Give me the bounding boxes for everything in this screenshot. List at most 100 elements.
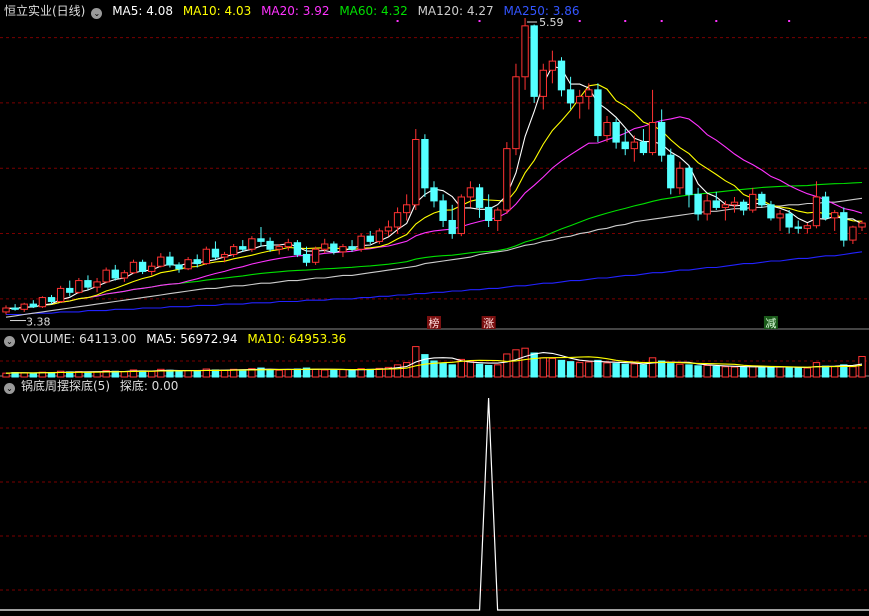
volume-bar [749, 365, 757, 378]
volume-bar [858, 355, 866, 378]
volume-bar [576, 362, 584, 378]
volume-bar [676, 363, 684, 378]
candle-body [858, 222, 866, 228]
candle-body [503, 148, 511, 211]
candle-body [821, 196, 830, 219]
candle-body [512, 76, 520, 150]
candle-body [29, 303, 38, 308]
volume-bars [2, 346, 866, 378]
candle-body [38, 297, 47, 308]
candle-body [667, 154, 675, 189]
candle-body [758, 193, 766, 206]
volume-bar [548, 357, 557, 378]
volume-bar [239, 369, 247, 378]
candle-body [248, 238, 256, 250]
volume-bar [703, 364, 711, 378]
volume-bar [803, 367, 812, 378]
volume-bar [785, 366, 793, 378]
candle-body [11, 307, 19, 310]
event-dot [478, 20, 481, 22]
volume-bar [794, 367, 802, 378]
candle-body [330, 243, 338, 253]
candle-body [357, 235, 365, 250]
volume-bar [739, 366, 748, 378]
candle-body [548, 60, 557, 71]
candle-body [703, 200, 711, 215]
volume-bar [148, 370, 156, 378]
volume-bar [539, 357, 547, 378]
candle-body [457, 196, 466, 235]
grid-lines [0, 37, 869, 591]
volume-bar [20, 372, 28, 378]
volume-bar [330, 369, 338, 378]
candle-body [812, 196, 821, 227]
volume-bar [175, 370, 183, 378]
volume-bar [184, 370, 192, 378]
volume-bar [639, 364, 648, 378]
candle-body [466, 187, 475, 198]
event-dot [578, 20, 581, 22]
volume-bar [603, 362, 611, 378]
candle-body [293, 242, 302, 255]
event-marker-label: 涨 [483, 317, 494, 330]
volume-bar [402, 362, 411, 378]
candle-body [439, 200, 447, 221]
candle-body [102, 269, 110, 283]
candle-body [302, 253, 311, 263]
stock-chart[interactable]: 5.59 3.38 榜 涨 减 [0, 0, 869, 616]
candle-body [494, 209, 502, 221]
event-dot [660, 20, 663, 22]
candle-body [721, 204, 730, 208]
volume-bar [512, 349, 520, 378]
candle-body [448, 219, 456, 235]
candle-body [193, 259, 201, 265]
volume-bar [466, 361, 475, 378]
candle-body [767, 204, 775, 219]
candle-body [339, 246, 347, 253]
event-dot [396, 20, 399, 22]
candle-body [2, 307, 10, 313]
volume-bar [211, 369, 220, 378]
indicator-line [0, 397, 869, 611]
volume-bar [585, 361, 593, 378]
volume-bar [275, 369, 283, 378]
candle-body [120, 272, 129, 279]
volume-bar [339, 369, 347, 378]
volume-bar [484, 364, 493, 378]
volume-bar [393, 364, 402, 378]
ma250-line [6, 251, 863, 316]
volume-bar [521, 347, 529, 378]
candle-body [785, 213, 793, 228]
candle-body [229, 246, 238, 255]
candle-body [75, 280, 83, 293]
volume-bar [220, 369, 229, 378]
candles [2, 18, 866, 315]
candle-body [576, 95, 584, 104]
volume-bar [503, 353, 511, 378]
candle-body [830, 212, 839, 219]
candle-body [657, 122, 666, 156]
candle-body [521, 25, 529, 78]
candle-body [384, 226, 393, 232]
candle-body [430, 187, 438, 202]
candle-body [849, 226, 857, 241]
volume-bar [448, 364, 456, 378]
candle-body [311, 248, 320, 263]
candle-body [166, 256, 174, 266]
volume-bar [630, 363, 639, 378]
candle-body [412, 138, 420, 206]
volume-bar [612, 363, 620, 378]
event-dot [715, 20, 718, 22]
volume-bar [685, 364, 693, 378]
candle-body [639, 141, 648, 154]
volume-bar [621, 363, 629, 378]
candle-body [694, 193, 702, 215]
candle-body [484, 206, 493, 221]
candle-body [111, 269, 119, 279]
candle-body [66, 287, 74, 293]
candle-body [129, 261, 138, 274]
volume-bar [594, 359, 602, 378]
candle-body [749, 193, 757, 211]
volume-bar [266, 369, 274, 378]
candle-body [84, 280, 92, 288]
